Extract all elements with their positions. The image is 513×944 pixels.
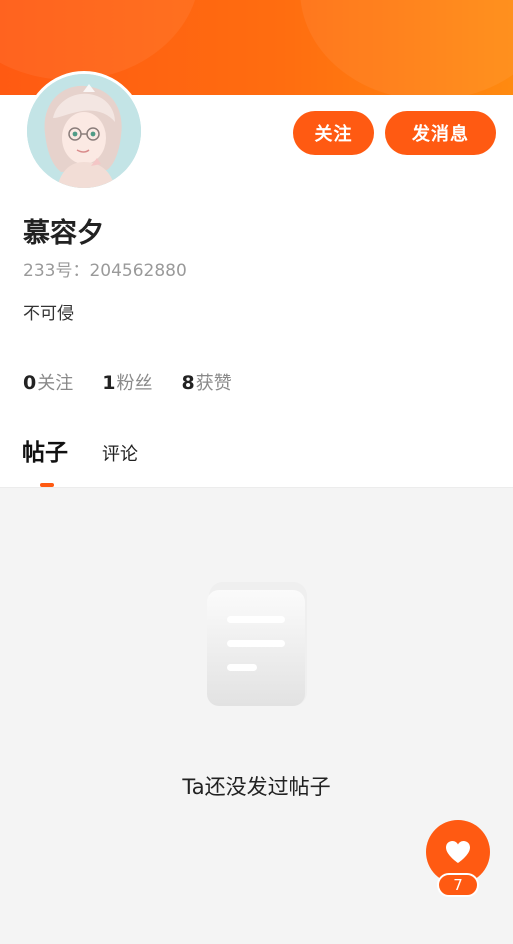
tabs-divider [0, 487, 513, 488]
stat-likes-count: 8 [181, 372, 195, 394]
tab-posts[interactable]: 帖子 [22, 437, 68, 469]
tab-comments[interactable]: 评论 [102, 439, 138, 471]
profile-id: 233号：204562880 [23, 261, 187, 281]
stat-following[interactable]: 0 关注 [23, 369, 73, 395]
stat-following-count: 0 [23, 372, 37, 394]
document-icon [185, 568, 325, 718]
stat-likes-label: 获赞 [195, 373, 232, 394]
follow-button[interactable]: 关注 [293, 111, 374, 155]
stat-followers-label: 粉丝 [116, 373, 153, 394]
like-count-badge: 7 [437, 873, 479, 897]
stat-followers-count: 1 [102, 372, 116, 394]
profile-bio: 不可侵 [23, 304, 74, 324]
stat-following-label: 关注 [37, 373, 74, 394]
anime-girl-avatar [27, 74, 141, 188]
send-message-button[interactable]: 发消息 [385, 111, 496, 155]
stat-likes: 8 获赞 [181, 369, 231, 395]
heart-icon [446, 841, 470, 863]
empty-state-message: Ta还没发过帖子 [182, 775, 331, 799]
profile-stats: 0 关注 1 粉丝 8 获赞 [23, 369, 261, 397]
profile-name: 慕容夕 [23, 218, 104, 249]
stat-followers[interactable]: 1 粉丝 [102, 369, 152, 395]
avatar[interactable] [24, 71, 144, 191]
